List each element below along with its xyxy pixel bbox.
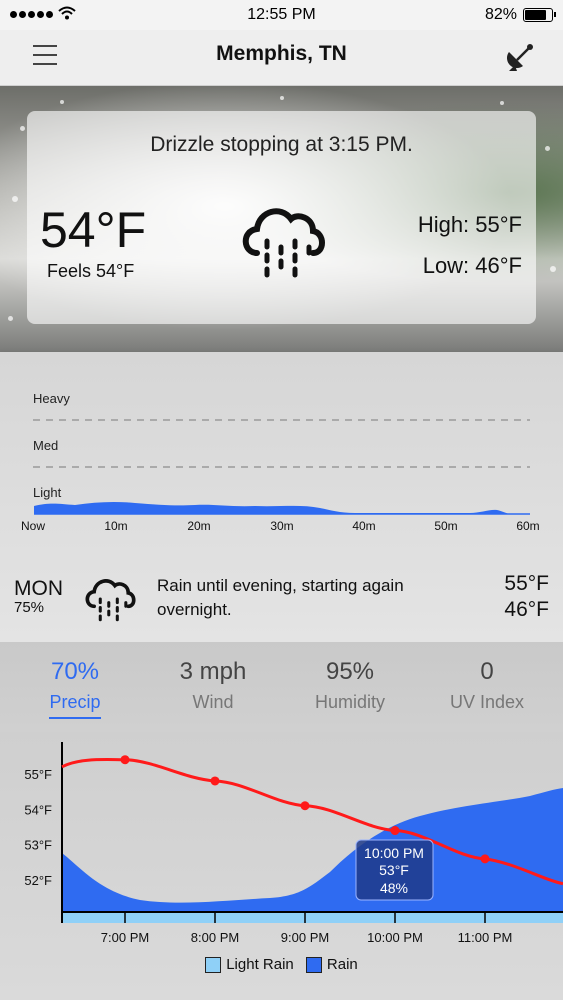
legend-rain[interactable]: Rain [305,956,358,973]
tab-precip-label: Precip [49,692,101,719]
feels-like: Feels 54°F [47,261,135,281]
legend-swatch [205,956,222,973]
x-tick-label: 11:00 PM [458,930,513,945]
minute-axis-label: 30m [270,519,293,533]
rain-cloud-icon [85,579,136,622]
day-precip-chance: 75% [14,599,45,616]
status-bar: 12:55 PM 82% [0,0,563,30]
rain-cloud-icon [242,208,325,278]
chart-tooltip: 10:00 PM 53°F 48% [355,839,434,901]
metric-tabs: 70% Precip 3 mph Wind 95% Humidity 0 UV … [0,642,563,732]
tab-uv-label: UV Index [449,692,525,712]
current-summary: Drizzle stopping at 3:15 PM. [150,133,413,156]
minute-axis-label: 10m [104,519,127,533]
legend-label: Rain [326,956,358,973]
day-summary: Rain until evening, starting again overn… [157,576,404,619]
minute-axis-label: 20m [187,519,210,533]
daily-forecast-row[interactable]: MON 75% Rain until evening, starting aga… [0,567,563,627]
tab-humidity-value: 95% [325,658,375,685]
minute-precip-panel: Heavy Med Light Now 10m 20m 30m 40m 50m … [0,352,563,642]
tab-humidity-label: Humidity [314,692,385,712]
satellite-dish-icon[interactable] [505,40,537,72]
minute-axis-label: Now [21,519,45,533]
current-conditions-card[interactable]: Drizzle stopping at 3:15 PM. 54°F Feels … [27,111,536,324]
minute-axis-label: 60m [516,519,539,533]
battery-icon [523,8,556,22]
day-low: 46°F [504,598,549,621]
battery-percent: 82% [484,6,517,23]
temperature-point[interactable] [120,755,130,765]
temperature-point[interactable] [480,854,490,864]
tooltip-precip: 48% [380,880,408,896]
tooltip-temp: 53°F [379,862,409,878]
level-light-label: Light [33,485,62,500]
level-heavy-label: Heavy [33,391,70,406]
temperature-point[interactable] [300,801,310,811]
tab-uv-value: 0 [480,658,494,685]
status-time: 12:55 PM [247,6,316,23]
y-tick-label: 54°F [24,802,52,817]
current-temperature: 54°F [40,202,147,258]
minute-precip-area [34,501,510,514]
temperature-point[interactable] [390,826,400,836]
tab-uv-index[interactable]: 0 UV Index [417,658,557,717]
tab-precip-value: 70% [50,658,100,685]
temperature-point[interactable] [210,776,220,786]
level-med-label: Med [33,438,58,453]
legend-label: Light Rain [226,956,294,973]
y-tick-label: 55°F [24,767,52,782]
nav-bar: Memphis, TN [0,30,563,86]
location-title: Memphis, TN [216,42,347,65]
tab-precip[interactable]: 70% Precip [5,658,145,719]
tab-wind-value: 3 mph [179,658,247,685]
x-tick-label: 8:00 PM [191,930,239,945]
minute-axis-label: 50m [434,519,457,533]
tab-humidity[interactable]: 95% Humidity [280,658,420,717]
tooltip-time: 10:00 PM [364,845,424,861]
x-tick-label: 9:00 PM [281,930,329,945]
legend-swatch [305,956,322,973]
hourly-chart-panel: 55°F 54°F 53°F 52°F 7:00 PM 8:00 PM 9:00 PM 10… [0,732,563,1000]
low-temperature: Low: 46°F [422,253,522,278]
y-tick-label: 52°F [24,873,52,888]
x-tick-label: 7:00 PM [101,930,149,945]
x-tick-label: 10:00 PM [367,930,423,945]
tab-wind-label: Wind [192,692,234,712]
hourly-chart[interactable]: 55°F 54°F 53°F 52°F 7:00 PM 8:00 PM 9:00 PM 10… [0,732,563,952]
minute-axis-label: 40m [352,519,375,533]
tab-wind[interactable]: 3 mph Wind [143,658,283,717]
high-temperature: High: 55°F [417,212,522,237]
legend-light-rain[interactable]: Light Rain [205,956,294,973]
y-tick-label: 53°F [24,838,52,853]
day-high: 55°F [504,572,549,595]
current-conditions-background: Drizzle stopping at 3:15 PM. 54°F Feels … [0,86,563,352]
light-rain-band [62,912,563,923]
minute-precip-chart: Heavy Med Light Now 10m 20m 30m 40m 50m … [21,391,540,533]
day-label: MON [14,577,63,600]
chart-legend: Light Rain Rain [0,956,563,977]
